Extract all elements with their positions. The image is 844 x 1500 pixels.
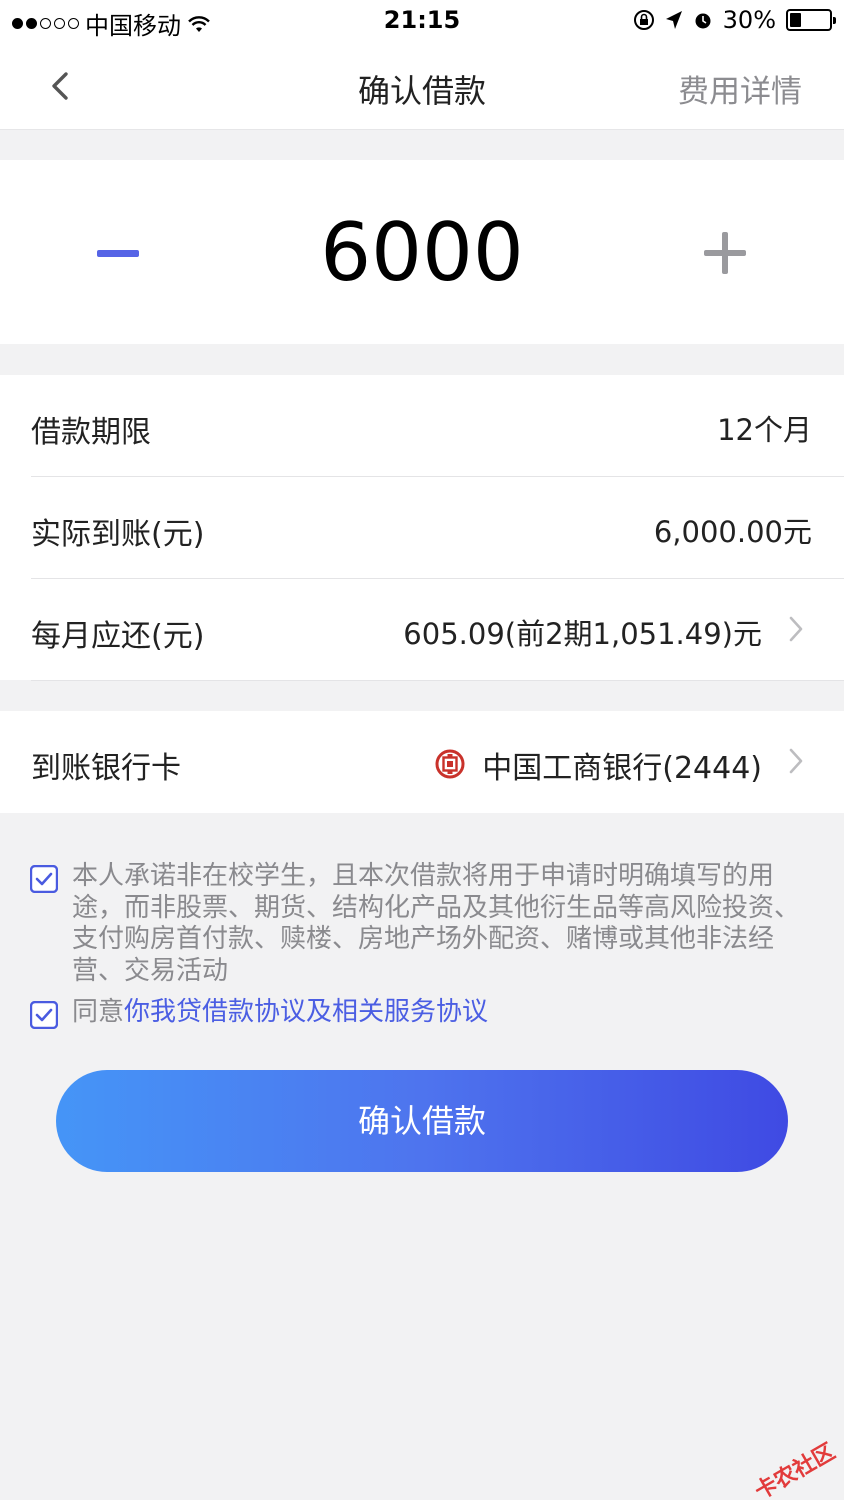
alarm-icon — [695, 13, 711, 29]
bank-value: 中国工商银行(2444) — [482, 751, 762, 786]
divider — [31, 680, 844, 681]
battery-percent: 30% — [722, 6, 776, 34]
term-row: 借款期限 12个月 — [0, 375, 844, 477]
promise-agreement: 本人承诺非在校学生，且本次借款将用于申请时明确填写的用途，而非股票、期货、结构化… — [30, 861, 810, 989]
monthly-value: 605.09(前2期1,051.49)元 — [403, 617, 762, 651]
rotation-lock-icon — [633, 10, 654, 30]
battery-icon — [786, 9, 836, 31]
watermark-logo: 卡农社区 — [750, 1439, 840, 1500]
received-row: 实际到账(元) 6,000.00元 — [0, 477, 844, 579]
agree-prefix: 同意 — [72, 997, 125, 1027]
status-bar: 中国移动 21:15 30% — [0, 0, 844, 44]
icbc-logo-icon — [435, 749, 465, 779]
agreement-text: 同意你我贷借款协议及相关服务协议 — [72, 997, 812, 1029]
confirm-loan-button[interactable]: 确认借款 — [56, 1070, 788, 1172]
term-value: 12个月 — [717, 413, 812, 447]
monthly-row[interactable]: 每月应还(元) 605.09(前2期1,051.49)元 — [0, 579, 844, 681]
nav-bar: 确认借款 费用详情 — [0, 44, 844, 130]
received-label: 实际到账(元) — [31, 517, 205, 552]
location-icon — [665, 11, 682, 29]
agreement-link[interactable]: 你我贷借款协议及相关服务协议 — [124, 997, 488, 1027]
agreement-checkbox[interactable] — [30, 1001, 58, 1029]
chevron-right-icon — [789, 748, 803, 774]
bank-label: 到账银行卡 — [31, 751, 181, 786]
increase-button[interactable] — [704, 232, 746, 274]
monthly-label: 每月应还(元) — [31, 619, 205, 654]
loan-agreement: 同意你我贷借款协议及相关服务协议 — [30, 997, 810, 1037]
loan-info-list: 借款期限 12个月 实际到账(元) 6,000.00元 每月应还(元) 605.… — [0, 375, 844, 681]
received-value: 6,000.00元 — [653, 515, 812, 549]
bank-card-row[interactable]: 到账银行卡 中国工商银行(2444) — [0, 711, 844, 813]
status-right: 30% — [633, 6, 836, 34]
battery-level — [790, 13, 801, 27]
promise-text: 本人承诺非在校学生，且本次借款将用于申请时明确填写的用途，而非股票、期货、结构化… — [72, 861, 801, 986]
promise-checkbox[interactable] — [30, 865, 58, 893]
chevron-right-icon — [789, 616, 803, 642]
term-label: 借款期限 — [31, 415, 151, 450]
fee-detail-link[interactable]: 费用详情 — [678, 66, 802, 111]
